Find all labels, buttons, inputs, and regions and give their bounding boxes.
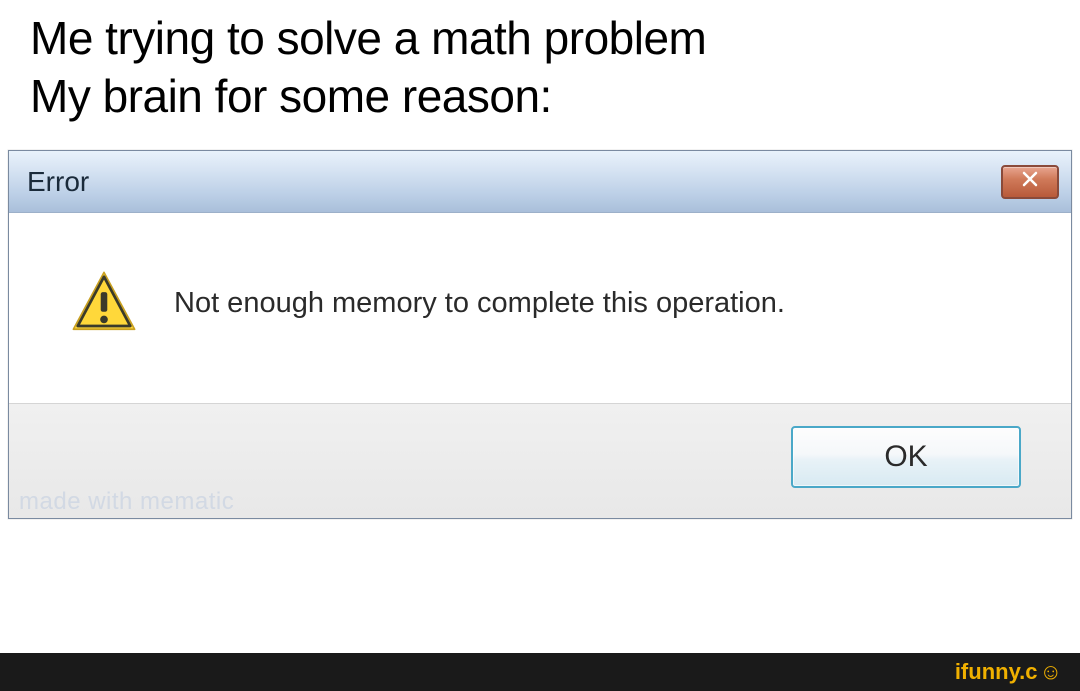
dialog-titlebar: Error [9, 151, 1071, 213]
ok-button[interactable]: OK [791, 426, 1021, 488]
smile-icon: ☺ [1040, 659, 1062, 685]
close-icon [1021, 170, 1039, 193]
caption-line-2: My brain for some reason: [30, 68, 1050, 126]
dialog-title: Error [27, 166, 89, 198]
dialog-footer: made with mematic OK [9, 403, 1071, 518]
ok-button-label: OK [884, 440, 927, 474]
caption-line-1: Me trying to solve a math problem [30, 10, 1050, 68]
error-dialog: Error Not enough memory to complete this [8, 150, 1072, 519]
ifunny-bar: ifunny.c☺ [0, 653, 1080, 691]
ifunny-logo: ifunny.c☺ [955, 659, 1062, 685]
mematic-watermark: made with mematic [19, 488, 234, 516]
warning-icon [69, 268, 139, 338]
close-button[interactable] [1001, 165, 1059, 199]
error-message: Not enough memory to complete this opera… [174, 287, 785, 320]
dialog-body: Not enough memory to complete this opera… [9, 213, 1071, 403]
meme-caption: Me trying to solve a math problem My bra… [0, 0, 1080, 150]
